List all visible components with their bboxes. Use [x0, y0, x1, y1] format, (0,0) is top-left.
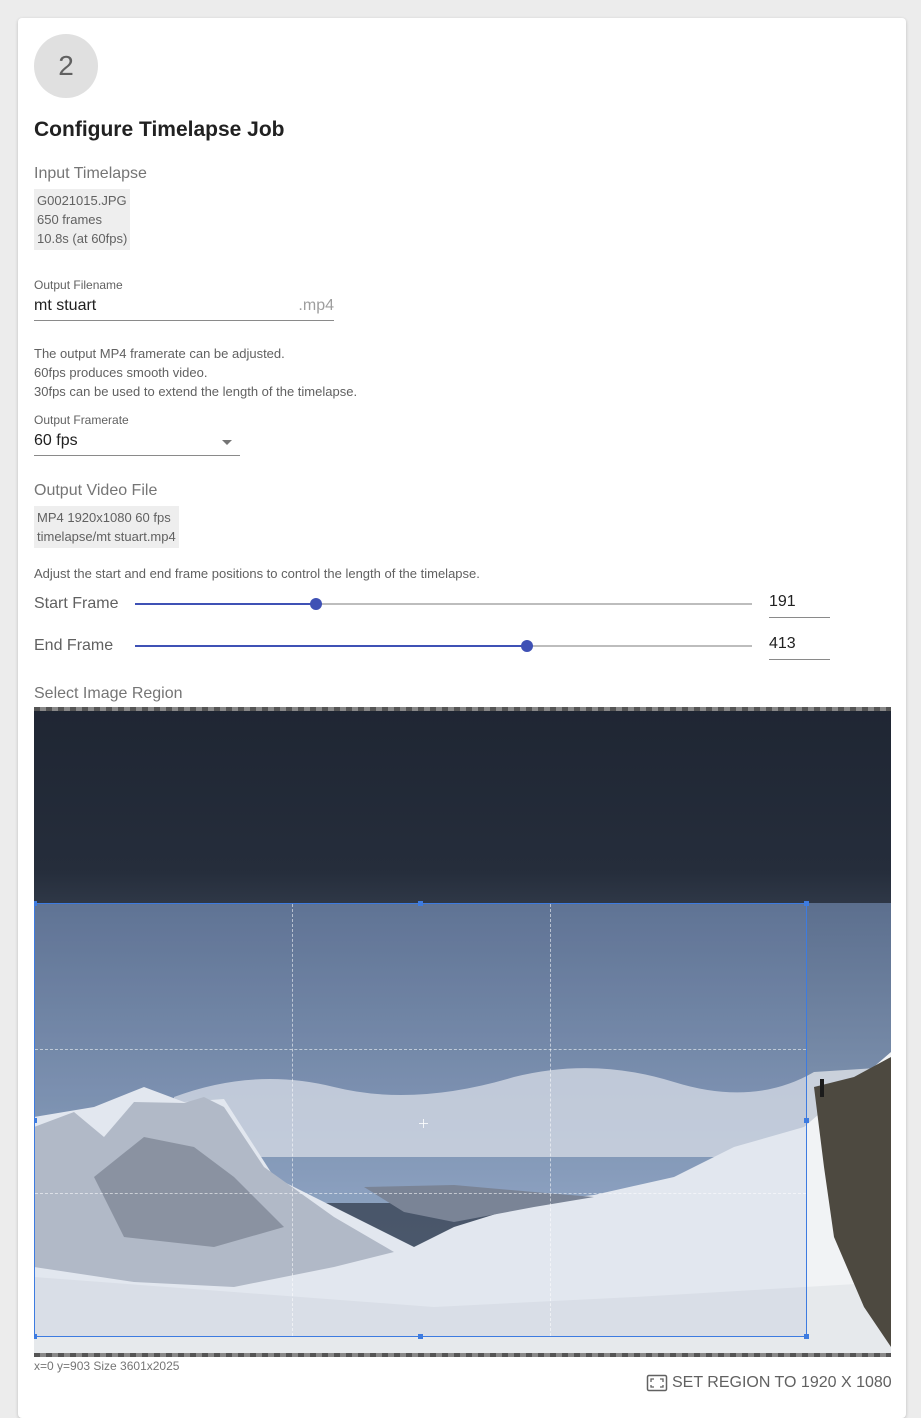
framerate-help-line: The output MP4 framerate can be adjusted… — [34, 346, 285, 361]
crop-region-icon — [646, 1374, 668, 1392]
output-video-spec: MP4 1920x1080 60 fps — [37, 510, 171, 525]
crop-handle-bottom[interactable] — [418, 1334, 423, 1339]
crop-handle-top-left[interactable] — [34, 901, 37, 906]
output-filename-input[interactable] — [34, 294, 284, 318]
end-frame-slider[interactable] — [135, 645, 752, 647]
input-timelapse-info: G0021015.JPG 650 frames 10.8s (at 60fps) — [34, 189, 131, 250]
input-frames: 650 frames — [37, 212, 103, 227]
start-frame-slider-fill — [135, 603, 317, 605]
start-frame-thumb[interactable] — [310, 598, 323, 610]
framerate-help: The output MP4 framerate can be adjusted… — [34, 344, 357, 401]
end-frame-input[interactable] — [769, 631, 829, 657]
crop-handle-right[interactable] — [804, 1118, 809, 1123]
end-frame-slider-fill — [135, 645, 527, 647]
filename-suffix: .mp4 — [298, 297, 334, 314]
start-frame-field — [769, 589, 830, 618]
set-region-button[interactable]: SET REGION TO 1920 X 1080 — [646, 1370, 892, 1396]
start-frame-input[interactable] — [769, 589, 829, 615]
configure-job-card: 2 Configure Timelapse Job Input Timelaps… — [18, 18, 906, 1418]
output-video-info: MP4 1920x1080 60 fps timelapse/mt stuart… — [34, 506, 179, 548]
start-frame-label: Start Frame — [34, 595, 119, 612]
image-top-border — [34, 707, 891, 711]
crop-handle-bottom-left[interactable] — [34, 1334, 37, 1339]
crop-handle-bottom-right[interactable] — [804, 1334, 809, 1339]
page-title: Configure Timelapse Job — [34, 118, 285, 141]
framerate-help-line: 60fps produces smooth video. — [34, 365, 208, 380]
crop-grid-line — [35, 1049, 806, 1050]
image-region-label: Select Image Region — [34, 685, 183, 702]
output-video-label: Output Video File — [34, 482, 158, 499]
end-frame-label: End Frame — [34, 637, 114, 654]
crop-handle-top[interactable] — [418, 901, 423, 906]
crop-grid-line — [292, 904, 293, 1336]
output-framerate-select[interactable]: 60 fps — [34, 429, 240, 456]
start-frame-row: Start Frame — [34, 589, 834, 619]
input-filename: G0021015.JPG — [37, 193, 127, 208]
crop-grid-line — [550, 904, 551, 1336]
image-bottom-border — [34, 1353, 891, 1357]
image-region-canvas[interactable] — [34, 707, 891, 1357]
output-filename-label: Output Filename — [34, 278, 123, 292]
output-video-path: timelapse/mt stuart.mp4 — [37, 529, 176, 544]
crop-grid-line — [35, 1193, 806, 1194]
frame-help: Adjust the start and end frame positions… — [34, 566, 480, 581]
end-frame-row: End Frame — [34, 631, 834, 661]
chevron-down-icon — [222, 440, 232, 445]
region-coordinates: x=0 y=903 Size 3601x2025 — [34, 1359, 180, 1373]
end-frame-thumb[interactable] — [520, 640, 533, 652]
crop-selection-box[interactable] — [34, 901, 809, 1339]
input-duration: 10.8s (at 60fps) — [37, 231, 128, 246]
crop-handle-top-right[interactable] — [804, 901, 809, 906]
output-filename-field: .mp4 — [34, 294, 334, 321]
crop-handle-left[interactable] — [34, 1118, 37, 1123]
output-framerate-label: Output Framerate — [34, 413, 129, 427]
input-timelapse-label: Input Timelapse — [34, 165, 147, 182]
step-badge: 2 — [34, 34, 98, 98]
start-frame-slider[interactable] — [135, 603, 752, 605]
set-region-label: SET REGION TO 1920 X 1080 — [672, 1374, 892, 1391]
framerate-help-line: 30fps can be used to extend the length o… — [34, 384, 358, 399]
crosshair-icon — [419, 1119, 428, 1128]
output-framerate-value: 60 fps — [34, 432, 78, 449]
end-frame-field — [769, 631, 830, 660]
